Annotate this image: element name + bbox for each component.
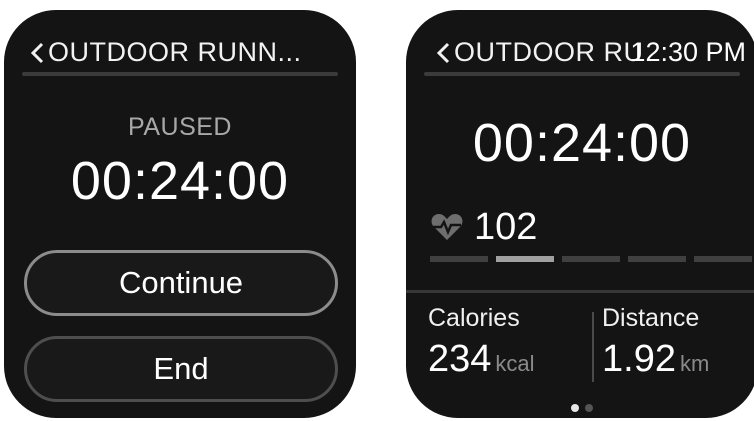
stats-divider (406, 290, 754, 293)
page-dot-2 (585, 404, 593, 412)
calories-value: 234 (428, 338, 492, 380)
calories-label: Calories (428, 304, 520, 332)
distance-label: Distance (602, 304, 700, 332)
calories-stat: 234 kcal (428, 338, 535, 381)
continue-button[interactable]: Continue (24, 250, 338, 316)
heart-rate-zone-4 (628, 256, 686, 262)
distance-value: 1.92 (602, 338, 676, 380)
heart-rate-icon (430, 212, 464, 242)
workout-title: OUTDOOR RUNN... (48, 36, 302, 67)
workout-title: OUTDOOR RU (454, 36, 644, 67)
back-header[interactable]: OUTDOOR RUNN... (30, 32, 302, 72)
elapsed-timer: 00:24:00 (472, 113, 692, 173)
paused-workout-screen: OUTDOOR RUNN... PAUSED 00:24:00 Continue… (4, 10, 356, 418)
header-divider (22, 72, 338, 76)
back-header[interactable]: OUTDOOR RU (436, 32, 644, 72)
calories-unit: kcal (495, 351, 535, 376)
distance-stat: 1.92 km (602, 338, 709, 381)
heart-rate-value: 102 (474, 205, 538, 248)
heart-rate-zone-bar (430, 256, 754, 262)
workout-metrics-screen: OUTDOOR RU 12:30 PM 00:24:00 102 Calorie… (406, 10, 754, 418)
page-indicator (406, 404, 754, 412)
heart-rate-zone-2 (496, 256, 554, 262)
heart-rate-row: 102 (430, 202, 537, 252)
chevron-left-icon[interactable] (436, 37, 454, 67)
header-divider (424, 72, 740, 76)
heart-rate-zone-5 (694, 256, 752, 262)
distance-unit: km (679, 351, 710, 376)
heart-rate-zone-3 (562, 256, 620, 262)
paused-status-label: PAUSED (128, 113, 232, 141)
stat-column-divider (592, 312, 594, 382)
end-button[interactable]: End (24, 336, 338, 402)
elapsed-timer: 00:24:00 (70, 151, 290, 211)
chevron-left-icon[interactable] (30, 37, 48, 67)
status-clock: 12:30 PM (630, 37, 746, 67)
heart-rate-zone-1 (430, 256, 488, 262)
page-dot-1 (571, 404, 579, 412)
